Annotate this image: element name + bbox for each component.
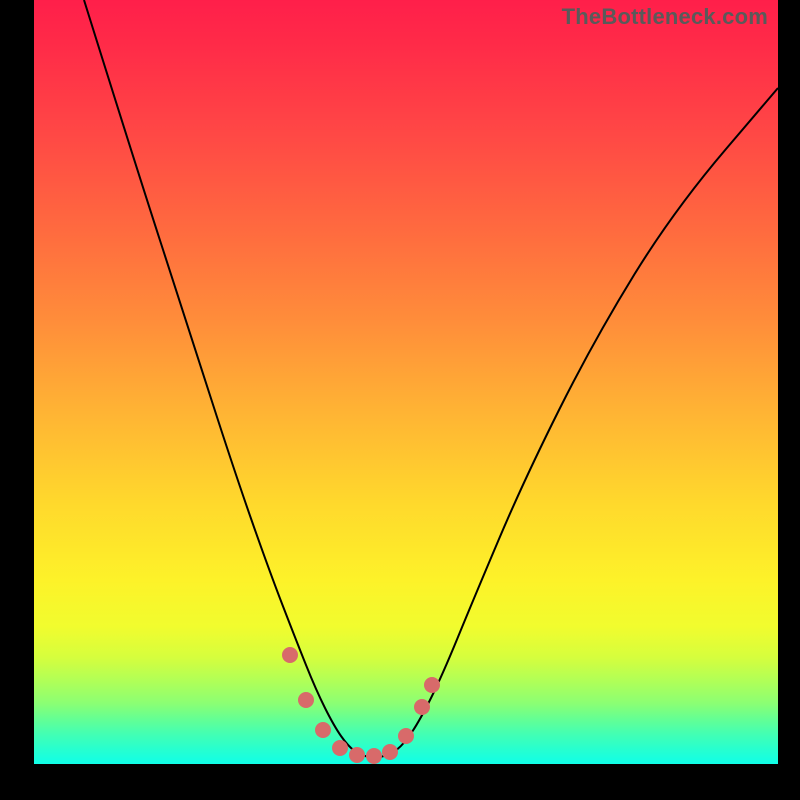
highlight-dot bbox=[382, 744, 398, 760]
highlight-dot bbox=[424, 677, 440, 693]
chart-svg bbox=[34, 0, 778, 764]
highlight-dot bbox=[398, 728, 414, 744]
highlight-dot bbox=[366, 748, 382, 764]
bottleneck-curve bbox=[84, 0, 778, 757]
highlight-dot bbox=[414, 699, 430, 715]
highlight-dot bbox=[332, 740, 348, 756]
chart-plot-area: TheBottleneck.com bbox=[34, 0, 778, 764]
highlight-dot bbox=[298, 692, 314, 708]
highlight-dot bbox=[282, 647, 298, 663]
highlight-dot bbox=[349, 747, 365, 763]
highlight-dot bbox=[315, 722, 331, 738]
